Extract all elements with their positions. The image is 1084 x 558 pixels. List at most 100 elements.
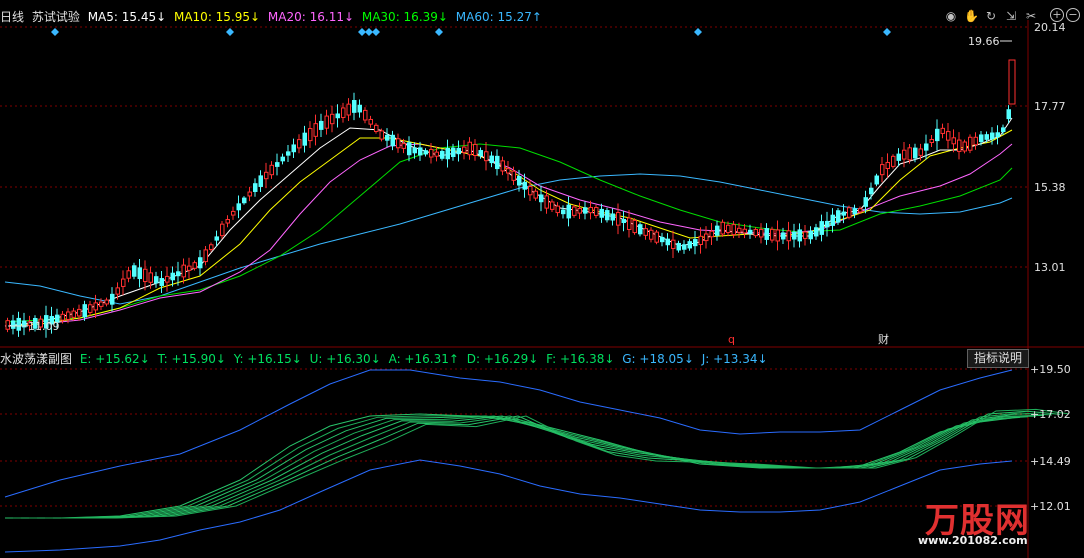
- candle-body: [731, 224, 736, 236]
- candle-body: [709, 230, 714, 238]
- candle-body: [880, 164, 885, 176]
- sub-value-y: Y: +16.15↓: [233, 352, 302, 366]
- candle-body: [913, 147, 918, 159]
- candle-body: [654, 231, 659, 243]
- candle-body: [434, 151, 439, 157]
- candle-body: [863, 197, 868, 207]
- candle-body: [368, 118, 373, 125]
- candle-body: [214, 236, 219, 241]
- candle-body: [451, 147, 456, 158]
- candle-body: [566, 204, 571, 219]
- candle-body: [247, 191, 252, 197]
- candle-body: [594, 207, 599, 216]
- sub-value-e: E: +15.62↓: [79, 352, 150, 366]
- sub-indicator-header: 水波荡漾副图 E: +15.62↓ T: +15.90↓ Y: +16.15↓ …: [0, 350, 772, 366]
- candle-body: [187, 265, 192, 271]
- candle-body: [445, 147, 450, 160]
- candle-body: [588, 206, 593, 214]
- candle-body: [220, 223, 225, 237]
- candle-body: [742, 228, 747, 234]
- candle-body: [93, 302, 98, 311]
- candle-body: [269, 164, 274, 176]
- axis-tick-sub: +14.49: [1030, 455, 1071, 468]
- candle-body: [253, 183, 258, 192]
- wave-line: [61, 408, 1069, 519]
- sub-value-u: U: +16.30↓: [309, 352, 381, 366]
- sub-value-a: A: +16.31↑: [388, 352, 459, 366]
- candle-body: [286, 151, 291, 156]
- event-markers: [51, 28, 891, 36]
- candle-body: [830, 214, 835, 226]
- candle-body: [511, 170, 516, 181]
- candle-body: [473, 143, 478, 156]
- candle-body: [440, 150, 445, 159]
- candle-body: [781, 232, 786, 240]
- candle-body: [418, 147, 423, 156]
- candle-body: [610, 213, 615, 221]
- candle-body: [572, 206, 577, 216]
- candle-body: [407, 142, 412, 156]
- candle-body: [478, 150, 483, 157]
- axis-tick-main: 13.01: [1034, 261, 1066, 274]
- candle-body: [236, 203, 241, 211]
- candle-body: [66, 311, 71, 320]
- candle-body: [16, 317, 21, 331]
- low-price-marker: 11.09: [28, 320, 60, 333]
- candle-body: [643, 228, 648, 236]
- candle-body: [308, 128, 313, 142]
- candle-body: [605, 210, 610, 221]
- candle-body: [390, 134, 395, 147]
- candle-body: [979, 134, 984, 143]
- candle-body: [792, 231, 797, 240]
- candle-body: [71, 310, 76, 318]
- candle-body: [429, 148, 434, 158]
- indicator-help-button[interactable]: 指标说明: [967, 349, 1029, 368]
- candle-body: [500, 160, 505, 172]
- candle-body: [225, 219, 230, 224]
- candle-body: [599, 208, 604, 218]
- candle-body: [957, 139, 962, 152]
- candle-body: [577, 208, 582, 214]
- candle-body: [143, 268, 148, 283]
- event-cai-marker: 财: [878, 332, 889, 346]
- candle-body: [324, 115, 329, 129]
- candle-body: [357, 104, 362, 113]
- candle-body: [808, 230, 813, 240]
- candle-body: [753, 228, 758, 237]
- high-price-marker: 19.66: [968, 35, 1000, 48]
- candle-body: [110, 293, 115, 305]
- candle-body: [770, 228, 775, 241]
- candle-body: [330, 113, 335, 125]
- candle-body: [132, 265, 137, 277]
- candle-body: [759, 229, 764, 238]
- event-q-marker: q: [728, 333, 735, 346]
- candle-body: [154, 276, 159, 284]
- candle-body: [484, 151, 489, 162]
- wave-line: [29, 415, 1037, 519]
- candle-body: [528, 186, 533, 196]
- candle-body: [841, 211, 846, 216]
- candle-body: [825, 220, 830, 228]
- candle-body: [896, 153, 901, 161]
- candle-body: [60, 313, 65, 321]
- candle-body: [671, 239, 676, 249]
- candle-body: [291, 144, 296, 153]
- candle-body: [11, 320, 16, 329]
- candle-body: [280, 156, 285, 162]
- candle-body: [275, 162, 280, 167]
- candle-body: [852, 208, 857, 215]
- sub-indicator-name[interactable]: 水波荡漾副图: [0, 352, 72, 366]
- candle-body: [632, 219, 637, 234]
- candle-body: [704, 233, 709, 242]
- candle-body: [517, 175, 522, 186]
- candle-body: [379, 130, 384, 140]
- candle-body: [522, 181, 527, 190]
- candle-body: [302, 132, 307, 146]
- candle-body: [192, 262, 197, 269]
- candle-body: [748, 229, 753, 234]
- axis-tick-main: 17.77: [1034, 100, 1066, 113]
- candle-body: [698, 235, 703, 245]
- wave-line: [21, 415, 1029, 519]
- candle-body: [819, 221, 824, 235]
- axis-tick-sub: +17.02: [1030, 408, 1071, 421]
